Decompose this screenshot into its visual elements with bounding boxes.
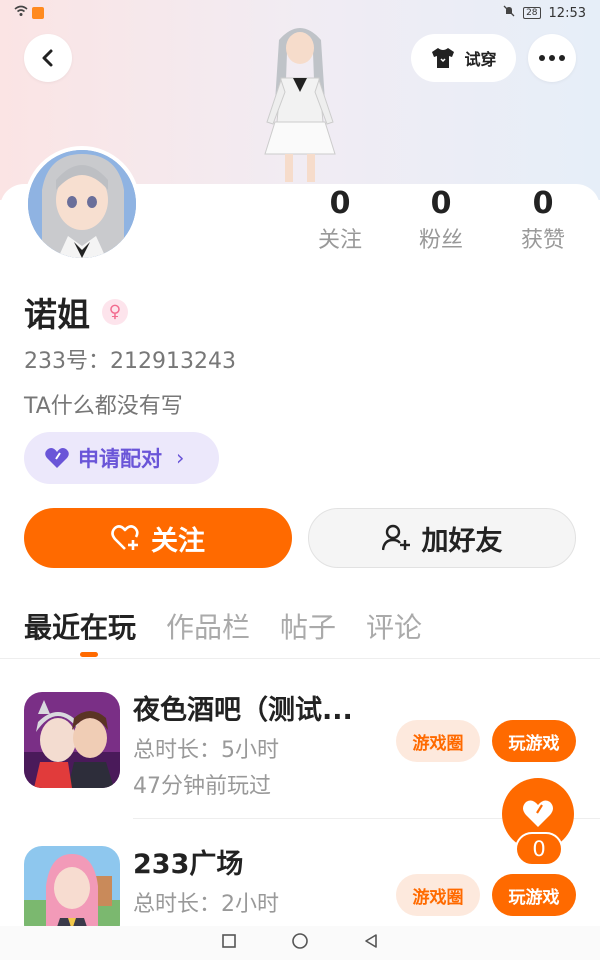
tabs-divider bbox=[0, 658, 600, 659]
stat-likes[interactable]: 0 获赞 bbox=[493, 184, 593, 258]
back-button[interactable] bbox=[24, 34, 72, 82]
play-game-button[interactable]: 玩游戏 bbox=[492, 720, 576, 762]
avatar-character-illustration bbox=[264, 28, 336, 182]
stat-value: 0 bbox=[532, 186, 554, 221]
square-nav-icon[interactable] bbox=[221, 933, 237, 953]
add-friend-label: 加好友 bbox=[421, 525, 503, 557]
user-plus-icon bbox=[381, 524, 410, 551]
female-icon: ♀ bbox=[102, 299, 128, 325]
tshirt-icon bbox=[432, 48, 455, 68]
heart-plus-icon bbox=[111, 525, 139, 550]
follow-button[interactable]: 关注 bbox=[24, 508, 292, 568]
try-on-button[interactable]: 试穿 bbox=[411, 34, 516, 82]
request-pair-label: 申请配对 bbox=[78, 447, 162, 471]
chevron-right-icon: › bbox=[176, 446, 185, 470]
stat-label: 关注 bbox=[317, 228, 362, 253]
like-count-badge: 0 bbox=[515, 832, 563, 866]
tab-comments[interactable]: 评论 bbox=[366, 606, 422, 646]
game-duration: 总时长：2小时 bbox=[133, 892, 279, 917]
game-last-played: 47分钟前玩过 bbox=[133, 774, 271, 799]
battery-icon: 28 bbox=[523, 7, 541, 19]
status-right: 28 12:53 bbox=[503, 5, 586, 21]
stat-value: 0 bbox=[430, 186, 452, 221]
play-game-button[interactable]: 玩游戏 bbox=[492, 874, 576, 916]
stat-following[interactable]: 0 关注 bbox=[290, 184, 390, 258]
tab-works[interactable]: 作品栏 bbox=[166, 606, 250, 646]
heart-icon bbox=[45, 448, 69, 468]
app-notification-icon bbox=[32, 7, 44, 19]
try-on-label: 试穿 bbox=[464, 50, 497, 69]
wifi-icon bbox=[14, 5, 28, 21]
avatar-image bbox=[28, 150, 136, 258]
heart-icon bbox=[523, 800, 553, 827]
stat-fans[interactable]: 0 粉丝 bbox=[391, 184, 491, 258]
more-button[interactable] bbox=[528, 34, 576, 82]
stat-label: 粉丝 bbox=[418, 228, 463, 253]
circle-nav-icon[interactable] bbox=[291, 932, 309, 954]
game-circle-button[interactable]: 游戏圈 bbox=[396, 874, 480, 916]
mute-icon bbox=[503, 5, 515, 21]
follow-label: 关注 bbox=[151, 525, 205, 557]
stat-value: 0 bbox=[329, 186, 351, 221]
profile-tabs: 最近在玩 作品栏 帖子 评论 bbox=[24, 606, 422, 646]
active-tab-indicator bbox=[80, 652, 98, 657]
add-friend-button[interactable]: 加好友 bbox=[308, 508, 576, 568]
profile-page: 28 12:53 试穿 0 关注 0 粉丝 0 获赞 诺姐 ♀ 233号：212… bbox=[0, 0, 600, 960]
avatar[interactable] bbox=[24, 146, 140, 262]
game-icon-image bbox=[24, 692, 120, 788]
tab-recently-played[interactable]: 最近在玩 bbox=[24, 606, 136, 646]
profile-bio: TA什么都没有写 bbox=[24, 394, 183, 419]
tab-posts[interactable]: 帖子 bbox=[280, 606, 336, 646]
game-duration: 总时长：5小时 bbox=[133, 738, 279, 763]
profile-name: 诺姐 bbox=[24, 295, 90, 334]
triangle-back-nav-icon[interactable] bbox=[363, 933, 379, 953]
profile-name-row: 诺姐 ♀ bbox=[24, 288, 128, 336]
profile-stats: 0 关注 0 粉丝 0 获赞 bbox=[290, 184, 600, 264]
status-time: 12:53 bbox=[548, 5, 586, 21]
game-circle-button[interactable]: 游戏圈 bbox=[396, 720, 480, 762]
more-dots-icon bbox=[539, 55, 565, 61]
game-title: 夜色酒吧（测试... bbox=[133, 695, 353, 726]
profile-uid: 233号：212913243 bbox=[24, 349, 236, 374]
stat-label: 获赞 bbox=[520, 228, 565, 253]
chevron-left-icon bbox=[42, 49, 53, 67]
system-nav-bar bbox=[0, 926, 600, 960]
game-title: 233广场 bbox=[133, 849, 244, 880]
request-pair-button[interactable]: 申请配对 › bbox=[24, 432, 219, 484]
status-left bbox=[14, 5, 44, 21]
